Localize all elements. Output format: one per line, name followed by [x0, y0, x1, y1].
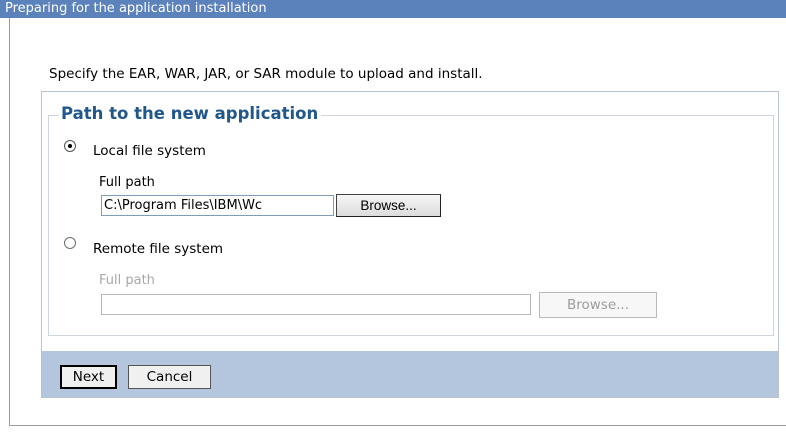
local-file-system-radio[interactable] — [64, 140, 76, 152]
window-title-bar: Preparing for the application installati… — [0, 0, 786, 18]
local-browse-button[interactable]: Browse... — [336, 194, 441, 217]
next-button[interactable]: Next — [60, 365, 117, 389]
local-full-path-input[interactable]: C:\Program Files\IBM\Wc — [101, 195, 334, 216]
local-full-path-label: Full path — [99, 175, 155, 190]
remote-file-system-radio[interactable] — [64, 237, 76, 249]
remote-full-path-input[interactable] — [101, 294, 531, 315]
instruction-text: Specify the EAR, WAR, JAR, or SAR module… — [49, 66, 483, 82]
remote-file-system-label[interactable]: Remote file system — [93, 241, 223, 257]
path-fieldset-legend: Path to the new application — [59, 104, 322, 123]
cancel-button[interactable]: Cancel — [128, 365, 211, 389]
local-file-system-label[interactable]: Local file system — [93, 143, 206, 159]
window-title: Preparing for the application installati… — [5, 1, 267, 16]
remote-full-path-label: Full path — [99, 273, 155, 288]
remote-browse-button[interactable]: Browse... — [539, 292, 657, 318]
